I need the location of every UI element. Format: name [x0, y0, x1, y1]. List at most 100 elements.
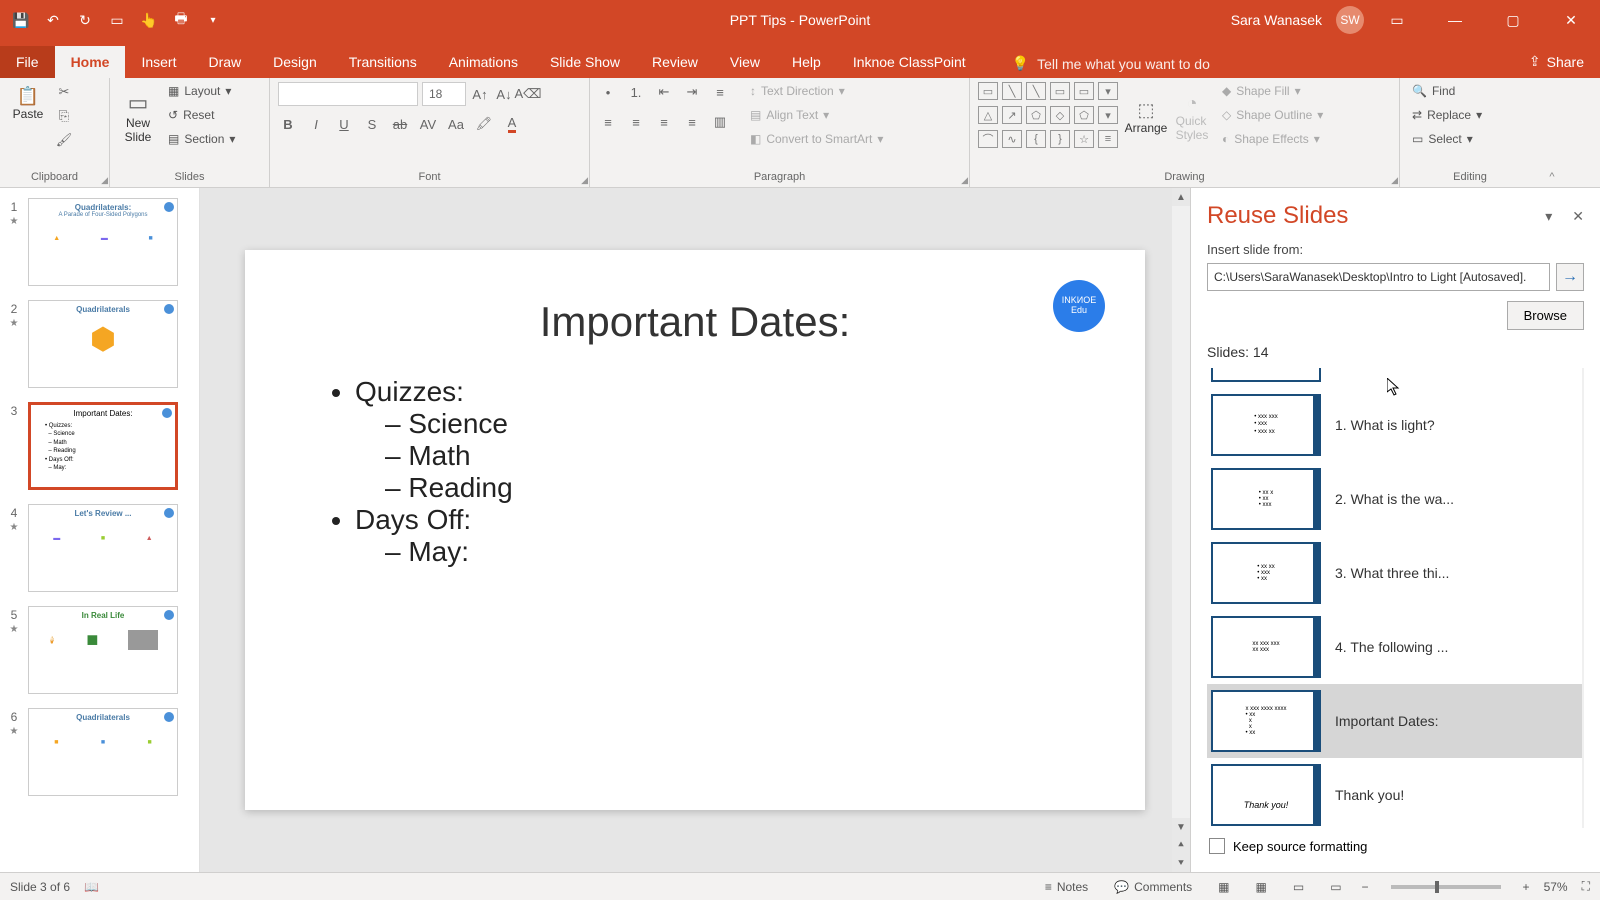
- minimize-button[interactable]: —: [1430, 0, 1480, 40]
- startfromfirst-icon[interactable]: ▭: [108, 11, 126, 29]
- shapes-gallery[interactable]: ▭╲╲▭▭▾ △↗⬠◇⬠▾ ⌒∿{}☆≡: [978, 82, 1120, 152]
- slide-canvas[interactable]: INKИOE Edu Important Dates: Quizzes: Sci…: [245, 250, 1145, 810]
- tab-draw[interactable]: Draw: [192, 46, 257, 78]
- align-left-icon[interactable]: ≡: [598, 112, 618, 132]
- tab-insert[interactable]: Insert: [125, 46, 192, 78]
- tell-me-search[interactable]: 💡 Tell me what you want to do: [1002, 49, 1220, 78]
- shapeoutline-button[interactable]: ◇ Shape Outline ▾: [1218, 106, 1327, 124]
- scroll-up-icon[interactable]: ▲: [1172, 188, 1190, 206]
- slide-thumb-3[interactable]: 3 Important Dates:• Quizzes: – Science –…: [4, 400, 195, 492]
- new-slide-button[interactable]: ▭ New Slide: [118, 82, 158, 152]
- zoom-level[interactable]: 57%: [1544, 880, 1568, 894]
- prev-slide-icon[interactable]: ⯅: [1172, 836, 1190, 854]
- normal-view-icon[interactable]: ▦: [1212, 878, 1235, 896]
- keep-formatting-checkbox[interactable]: [1209, 838, 1225, 854]
- align-center-icon[interactable]: ≡: [626, 112, 646, 132]
- share-button[interactable]: ⇪ Share: [1513, 45, 1600, 78]
- quickprint-icon[interactable]: 🖶: [172, 11, 190, 29]
- aligntext-button[interactable]: ▤ Align Text ▾: [746, 106, 887, 124]
- font-size-input[interactable]: [422, 82, 466, 106]
- slide-title-text[interactable]: Important Dates:: [315, 298, 1075, 346]
- comments-button[interactable]: 💬 Comments: [1108, 878, 1198, 896]
- case-icon[interactable]: Aa: [446, 114, 466, 134]
- tab-design[interactable]: Design: [257, 46, 333, 78]
- tab-classpoint[interactable]: Inknoe ClassPoint: [837, 46, 982, 78]
- linespacing-icon[interactable]: ≡: [710, 82, 730, 102]
- pane-close-icon[interactable]: ✕: [1572, 208, 1584, 225]
- tab-review[interactable]: Review: [636, 46, 714, 78]
- slide-thumb-2[interactable]: 2★ Quadrilaterals⬢: [4, 298, 195, 390]
- smartart-button[interactable]: ◧ Convert to SmartArt ▾: [746, 130, 887, 148]
- user-avatar[interactable]: SW: [1336, 6, 1364, 34]
- zoom-slider[interactable]: [1391, 885, 1501, 889]
- next-slide-icon[interactable]: ⯆: [1172, 854, 1190, 872]
- tab-file[interactable]: File: [0, 46, 55, 78]
- increase-font-icon[interactable]: A↑: [470, 84, 490, 104]
- slide-counter[interactable]: Slide 3 of 6: [10, 880, 70, 894]
- underline-icon[interactable]: U: [334, 114, 354, 134]
- decrease-font-icon[interactable]: A↓: [494, 84, 514, 104]
- columns-icon[interactable]: ▥: [710, 112, 730, 132]
- drawing-dialog-launcher[interactable]: ◢: [1391, 175, 1398, 186]
- slide-thumbnail-panel[interactable]: 1★ Quadrilaterals:A Parade of Four-Sided…: [0, 188, 200, 872]
- clear-format-icon[interactable]: A⌫: [518, 84, 538, 104]
- slide-body-text[interactable]: Quizzes: Science Math Reading Days Off: …: [315, 376, 1075, 568]
- formatpainter-icon[interactable]: 🖌: [54, 130, 74, 150]
- align-right-icon[interactable]: ≡: [654, 112, 674, 132]
- reuse-go-button[interactable]: →: [1556, 263, 1584, 291]
- slideshow-view-icon[interactable]: ▭: [1324, 878, 1347, 896]
- reuse-path-input[interactable]: [1207, 263, 1550, 291]
- undo-icon[interactable]: ↶: [44, 11, 62, 29]
- numbering-icon[interactable]: 1.: [626, 82, 646, 102]
- tab-slideshow[interactable]: Slide Show: [534, 46, 636, 78]
- reuse-item-6[interactable]: Thank you! Thank you!: [1207, 758, 1584, 828]
- textdirection-button[interactable]: ↕ Text Direction ▾: [746, 82, 887, 100]
- zoom-out-button[interactable]: −: [1362, 880, 1369, 894]
- reuse-item-4[interactable]: xx xxx xxxxx xxx 4. The following ...: [1207, 610, 1584, 684]
- italic-icon[interactable]: I: [306, 114, 326, 134]
- replace-button[interactable]: ⇄ Replace ▾: [1408, 106, 1486, 124]
- save-icon[interactable]: 💾: [12, 11, 30, 29]
- slide-editor[interactable]: INKИOE Edu Important Dates: Quizzes: Sci…: [200, 188, 1190, 872]
- select-button[interactable]: ▭ Select ▾: [1408, 130, 1486, 148]
- font-family-input[interactable]: [278, 82, 418, 106]
- justify-icon[interactable]: ≡: [682, 112, 702, 132]
- tab-help[interactable]: Help: [776, 46, 837, 78]
- spellcheck-icon[interactable]: 📖: [84, 880, 99, 894]
- editor-scrollbar[interactable]: ▲ ▼ ⯅ ⯆: [1172, 188, 1190, 872]
- close-button[interactable]: ✕: [1546, 0, 1596, 40]
- shadow-icon[interactable]: S: [362, 114, 382, 134]
- scroll-down-icon[interactable]: ▼: [1172, 818, 1190, 836]
- qat-more-icon[interactable]: ▾: [204, 11, 222, 29]
- user-name[interactable]: Sara Wanasek: [1231, 12, 1322, 28]
- ribbon-display-icon[interactable]: ▭: [1372, 0, 1422, 40]
- slide-thumb-4[interactable]: 4★ Let's Review ...▬■▲: [4, 502, 195, 594]
- reuse-item-5[interactable]: x xxx xxxx xxxx• xx x x• xx Important Da…: [1207, 684, 1584, 758]
- reuse-slide-list[interactable]: • xxx xxx• xxx• xxx xx 1. What is light?…: [1207, 368, 1584, 828]
- pane-menu-icon[interactable]: ▾: [1545, 208, 1552, 225]
- reuse-item-2[interactable]: • xx x• xx• xxx 2. What is the wa...: [1207, 462, 1584, 536]
- shapeeffects-button[interactable]: ◐ Shape Effects ▾: [1218, 130, 1327, 148]
- spacing-icon[interactable]: AV: [418, 114, 438, 134]
- copy-icon[interactable]: ⎘: [54, 106, 74, 126]
- slide-thumb-6[interactable]: 6★ Quadrilaterals■■■: [4, 706, 195, 798]
- paragraph-dialog-launcher[interactable]: ◢: [961, 175, 968, 186]
- zoom-in-button[interactable]: +: [1523, 880, 1530, 894]
- section-button[interactable]: ▤ Section ▾: [164, 130, 239, 148]
- strike-icon[interactable]: ab: [390, 114, 410, 134]
- shapefill-button[interactable]: ◆ Shape Fill ▾: [1218, 82, 1327, 100]
- collapse-ribbon-icon[interactable]: ^: [1540, 78, 1564, 187]
- slide-thumb-5[interactable]: 5★ In Real Life🍦■: [4, 604, 195, 696]
- reading-view-icon[interactable]: ▭: [1287, 878, 1310, 896]
- arrange-button[interactable]: ⬚ Arrange: [1126, 82, 1166, 152]
- notes-button[interactable]: ≡ Notes: [1039, 878, 1094, 896]
- reset-button[interactable]: ↺ Reset: [164, 106, 239, 124]
- paste-button[interactable]: 📋 Paste: [8, 82, 48, 124]
- reuse-item-1[interactable]: • xxx xxx• xxx• xxx xx 1. What is light?: [1207, 388, 1584, 462]
- layout-button[interactable]: ▦ Layout ▾: [164, 82, 239, 100]
- find-button[interactable]: 🔍 Find: [1408, 82, 1486, 100]
- tab-animations[interactable]: Animations: [433, 46, 534, 78]
- inc-indent-icon[interactable]: ⇥: [682, 82, 702, 102]
- quickstyles-button[interactable]: ◔ Quick Styles: [1172, 82, 1212, 152]
- slide-thumb-1[interactable]: 1★ Quadrilaterals:A Parade of Four-Sided…: [4, 196, 195, 288]
